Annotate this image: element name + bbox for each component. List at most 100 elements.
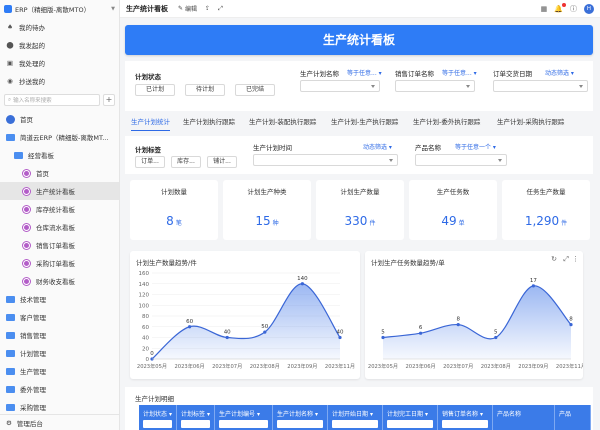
delivery-date-filter-mode[interactable]: 动态筛选 ▾ (545, 68, 574, 77)
column-filter-input[interactable] (442, 420, 488, 428)
data-label: 5 (381, 330, 385, 336)
folder-icon (6, 313, 15, 321)
status-chip-pending[interactable]: 待计划 (185, 84, 225, 96)
tab-purchase-tracking[interactable]: 生产计划-采购执行跟踪 (497, 115, 564, 131)
stat-card-value: 8笔 (130, 214, 218, 228)
sidebar-item-4[interactable]: 生产统计看板 (0, 182, 119, 200)
share-icon[interactable]: ⇪ (205, 5, 210, 12)
sidebar-item-14[interactable]: 生产管理 (0, 362, 119, 380)
y-tick-label: 20 (142, 346, 149, 352)
admin-backend-link[interactable]: ⚙ 管理后台 (0, 414, 120, 430)
sidebar-item-7[interactable]: 销售订单看板 (0, 236, 119, 254)
sidebar-item-label: 生产统计看板 (36, 188, 75, 196)
tag-chip-other[interactable]: 铺计... (207, 156, 237, 168)
table-column-header[interactable]: 生产计划编号 ▾ (215, 405, 273, 430)
sidebar-item-8[interactable]: 采购订单看板 (0, 254, 119, 272)
stat-card-value: 15 种 (223, 214, 311, 228)
nav-item-1[interactable]: ⬤ 我发起的 (0, 36, 119, 54)
plan-time-filter-mode[interactable]: 动态筛选 ▾ (363, 142, 392, 151)
y-tick-label: 120 (139, 293, 150, 299)
data-point (456, 323, 460, 327)
sidebar-item-label: 销售管理 (20, 332, 46, 340)
order-name-select[interactable] (395, 80, 475, 92)
plan-name-filter-value: 等于任意... (347, 70, 377, 77)
table-column-header[interactable]: 计划状态 ▾ (139, 405, 177, 430)
sort-icon: ▾ (424, 411, 428, 418)
nav-item-3[interactable]: ◉ 抄送我的 (0, 72, 119, 90)
product-name-filter-value: 等于任意一个 (455, 144, 492, 151)
tag-chip-stock[interactable]: 库存... (171, 156, 201, 168)
table-column-header[interactable]: 生产计划名称 ▾ (273, 405, 328, 430)
plan-time-select[interactable] (253, 154, 398, 166)
grid-apps-icon[interactable]: ▦ (541, 5, 548, 13)
table-column-header[interactable]: 计划标签 ▾ (177, 405, 215, 430)
tab-outsourcing-tracking[interactable]: 生产计划-委外执行跟踪 (413, 115, 480, 131)
column-filter-input[interactable] (219, 420, 268, 428)
x-tick-label: 2023年06月 (175, 362, 205, 370)
stat-unit: 件 (561, 220, 568, 227)
sidebar-item-6[interactable]: 仓库流水看板 (0, 218, 119, 236)
column-label: 生产计划编号 (219, 411, 256, 418)
sidebar-item-13[interactable]: 计划管理 (0, 344, 119, 362)
product-name-filter-mode[interactable]: 等于任意一个 ▾ (455, 142, 496, 151)
notification-icon[interactable]: 🔔 (554, 2, 566, 13)
nav-item-0[interactable]: ♠ 我的待办 (0, 18, 119, 36)
table-column-header[interactable]: 销售订单名称 ▾ (438, 405, 493, 430)
column-filter-input[interactable] (332, 420, 378, 428)
nav-label: 抄送我的 (19, 78, 45, 86)
sidebar-item-2[interactable]: 经营看板 (0, 146, 119, 164)
app-header[interactable]: ERP（精细版-离散MTO） ▼ (0, 0, 119, 18)
product-name-select[interactable] (415, 154, 507, 166)
table-column-header[interactable]: 计划开始日期 ▾ (328, 405, 383, 430)
column-filter-input[interactable] (277, 420, 323, 428)
send-icon: ⬤ (6, 41, 14, 49)
sidebar-item-label: 客户管理 (20, 314, 46, 322)
tab-assembly-tracking[interactable]: 生产计划-装配执行跟踪 (249, 115, 316, 131)
plan-name-select[interactable] (300, 80, 380, 92)
stat-unit: 种 (272, 220, 279, 227)
add-button[interactable]: + (103, 94, 115, 106)
sidebar-item-12[interactable]: 销售管理 (0, 326, 119, 344)
tab-plan-tracking[interactable]: 生产计划执行跟踪 (183, 115, 235, 131)
avatar[interactable]: H (584, 3, 594, 14)
sidebar-item-9[interactable]: 财务收支看板 (0, 272, 119, 290)
sidebar-item-11[interactable]: 客户管理 (0, 308, 119, 326)
tab-plan-statistics[interactable]: 生产计划统计 (131, 115, 170, 131)
plan-name-filter-mode[interactable]: 等于任意... ▾ (347, 68, 382, 77)
delivery-date-select[interactable] (493, 80, 588, 92)
sidebar-item-15[interactable]: 委外管理 (0, 380, 119, 398)
sidebar-item-label: 首页 (20, 116, 33, 124)
data-point (225, 335, 229, 340)
order-name-filter-mode[interactable]: 等于任意... ▾ (442, 68, 477, 77)
chevron-down-icon[interactable]: ▼ (111, 6, 115, 12)
tag-chip-order[interactable]: 订单... (135, 156, 165, 168)
help-icon[interactable]: ⓘ (570, 4, 577, 14)
gear-icon: ⚙ (6, 418, 12, 427)
data-label: 40 (337, 330, 344, 336)
column-filter-input[interactable] (181, 420, 210, 428)
tab-production-tracking[interactable]: 生产计划-生产执行跟踪 (331, 115, 398, 131)
stat-card-title: 计划生产数量 (340, 188, 380, 196)
table-column-header[interactable]: 产品 (555, 405, 591, 430)
sidebar-item-label: 采购订单看板 (36, 260, 75, 268)
nav-item-2[interactable]: ▣ 我处理的 (0, 54, 119, 72)
dashboard-icon (22, 240, 31, 250)
sidebar-item-5[interactable]: 库存统计看板 (0, 200, 119, 218)
status-chip-planned[interactable]: 已计划 (135, 84, 175, 96)
sidebar-item-0[interactable]: 首页 (0, 110, 119, 128)
column-filter-input[interactable] (387, 420, 433, 428)
edit-button[interactable]: ✎ 编辑 (178, 4, 197, 13)
table-column-header[interactable]: 计划完工日期 ▾ (383, 405, 438, 430)
table-column-header[interactable]: 产品名称 (493, 405, 555, 430)
sidebar-item-3[interactable]: 首页 (0, 164, 119, 182)
sidebar-item-10[interactable]: 技术管理 (0, 290, 119, 308)
sidebar-item-1[interactable]: 简道云ERP（精细版-离散MT... (0, 128, 119, 146)
stat-card-2: 计划生产数量 330 件 (316, 180, 404, 240)
folder-icon (6, 133, 15, 141)
sidebar-search-input[interactable]: ⌕ 输入名称来搜索 (4, 94, 100, 106)
status-chip-finished[interactable]: 已完结 (235, 84, 275, 96)
fullscreen-icon[interactable]: ⤢ (218, 5, 223, 13)
sort-icon: ▾ (314, 411, 318, 418)
column-filter-input[interactable] (143, 420, 172, 428)
x-tick-label: 2023年05月 (368, 362, 398, 370)
